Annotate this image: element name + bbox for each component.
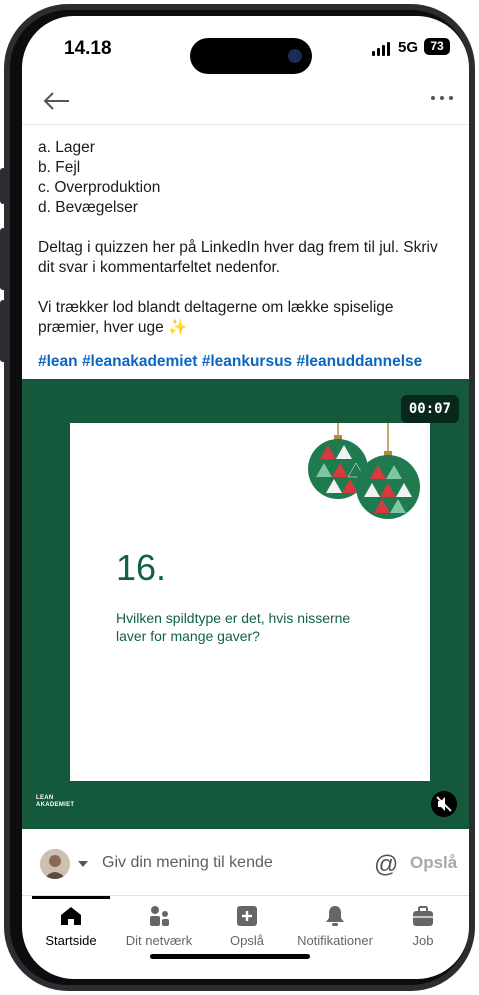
quiz-option-b: b. Fejl <box>38 159 81 176</box>
quiz-card: 16. Hvilken spildtype er det, hvis nisse… <box>70 423 430 781</box>
post-paragraph-2: Vi trækker lod blandt deltagerne om lækk… <box>38 299 394 336</box>
side-button-volume-up <box>0 228 6 290</box>
status-bar: 14.18 5G 73 <box>22 16 469 74</box>
post-icon <box>237 906 257 926</box>
quiz-option-a: a. Lager <box>38 139 95 156</box>
video-player[interactable]: 00:07 16. Hvilken spildtype er det, hvis… <box>22 379 469 829</box>
christmas-ornaments-icon <box>308 423 420 519</box>
tab-job[interactable]: Job <box>378 896 468 966</box>
side-button-silent <box>0 168 6 204</box>
comment-bar: @ Opslå <box>22 841 469 896</box>
briefcase-icon <box>413 906 433 926</box>
quiz-question: Hvilken spildtype er det, hvis nisserne … <box>116 610 351 644</box>
user-avatar-icon <box>40 849 70 879</box>
hashtags-link[interactable]: #lean #leanakademiet #leankursus #leanud… <box>38 352 458 372</box>
bell-icon <box>326 906 344 926</box>
more-options-icon[interactable] <box>431 96 453 100</box>
screen: 14.18 5G 73 a. Lager b. Fejl c. Overprod… <box>22 16 469 979</box>
tab-label: Job <box>412 933 434 948</box>
camera-icon <box>288 49 302 63</box>
dynamic-island <box>190 38 312 74</box>
network-type: 5G <box>398 39 419 56</box>
post-paragraph-1: Deltag i quizzen her på LinkedIn hver da… <box>38 239 438 276</box>
side-button-volume-down <box>0 300 6 362</box>
tab-startside[interactable]: Startside <box>26 896 116 966</box>
post-text: a. Lager b. Fejl c. Overproduktion d. Be… <box>38 138 458 372</box>
logo-line-1: LEAN <box>36 795 54 801</box>
top-navigation <box>22 78 469 125</box>
quiz-option-c: c. Overproduktion <box>38 179 161 196</box>
battery-icon: 73 <box>424 38 450 55</box>
avatar[interactable] <box>40 849 70 879</box>
quiz-option-d: d. Bevægelser <box>38 199 138 216</box>
tab-label: Startside <box>45 933 97 948</box>
status-time: 14.18 <box>64 38 112 59</box>
tab-label: Notifikationer <box>297 933 373 948</box>
comment-input[interactable] <box>102 854 352 872</box>
lean-akademiet-logo: LEAN AKADEMIET <box>36 795 74 809</box>
post-comment-button[interactable]: Opslå <box>410 853 457 873</box>
signal-icon <box>372 42 390 56</box>
mute-button[interactable] <box>431 791 457 817</box>
chevron-down-icon[interactable] <box>78 861 88 867</box>
home-indicator[interactable] <box>150 954 310 959</box>
tab-label: Opslå <box>230 933 264 948</box>
speaker-muted-icon <box>436 796 452 812</box>
video-duration: 00:07 <box>400 395 459 423</box>
home-icon <box>61 907 81 925</box>
back-arrow-icon[interactable] <box>40 84 74 118</box>
network-icon <box>150 906 169 926</box>
tab-label: Dit netværk <box>125 933 193 948</box>
quiz-number: 16. <box>116 547 167 588</box>
mention-icon[interactable]: @ <box>374 851 398 879</box>
logo-line-2: AKADEMIET <box>36 802 75 808</box>
battery-level: 73 <box>430 39 444 53</box>
